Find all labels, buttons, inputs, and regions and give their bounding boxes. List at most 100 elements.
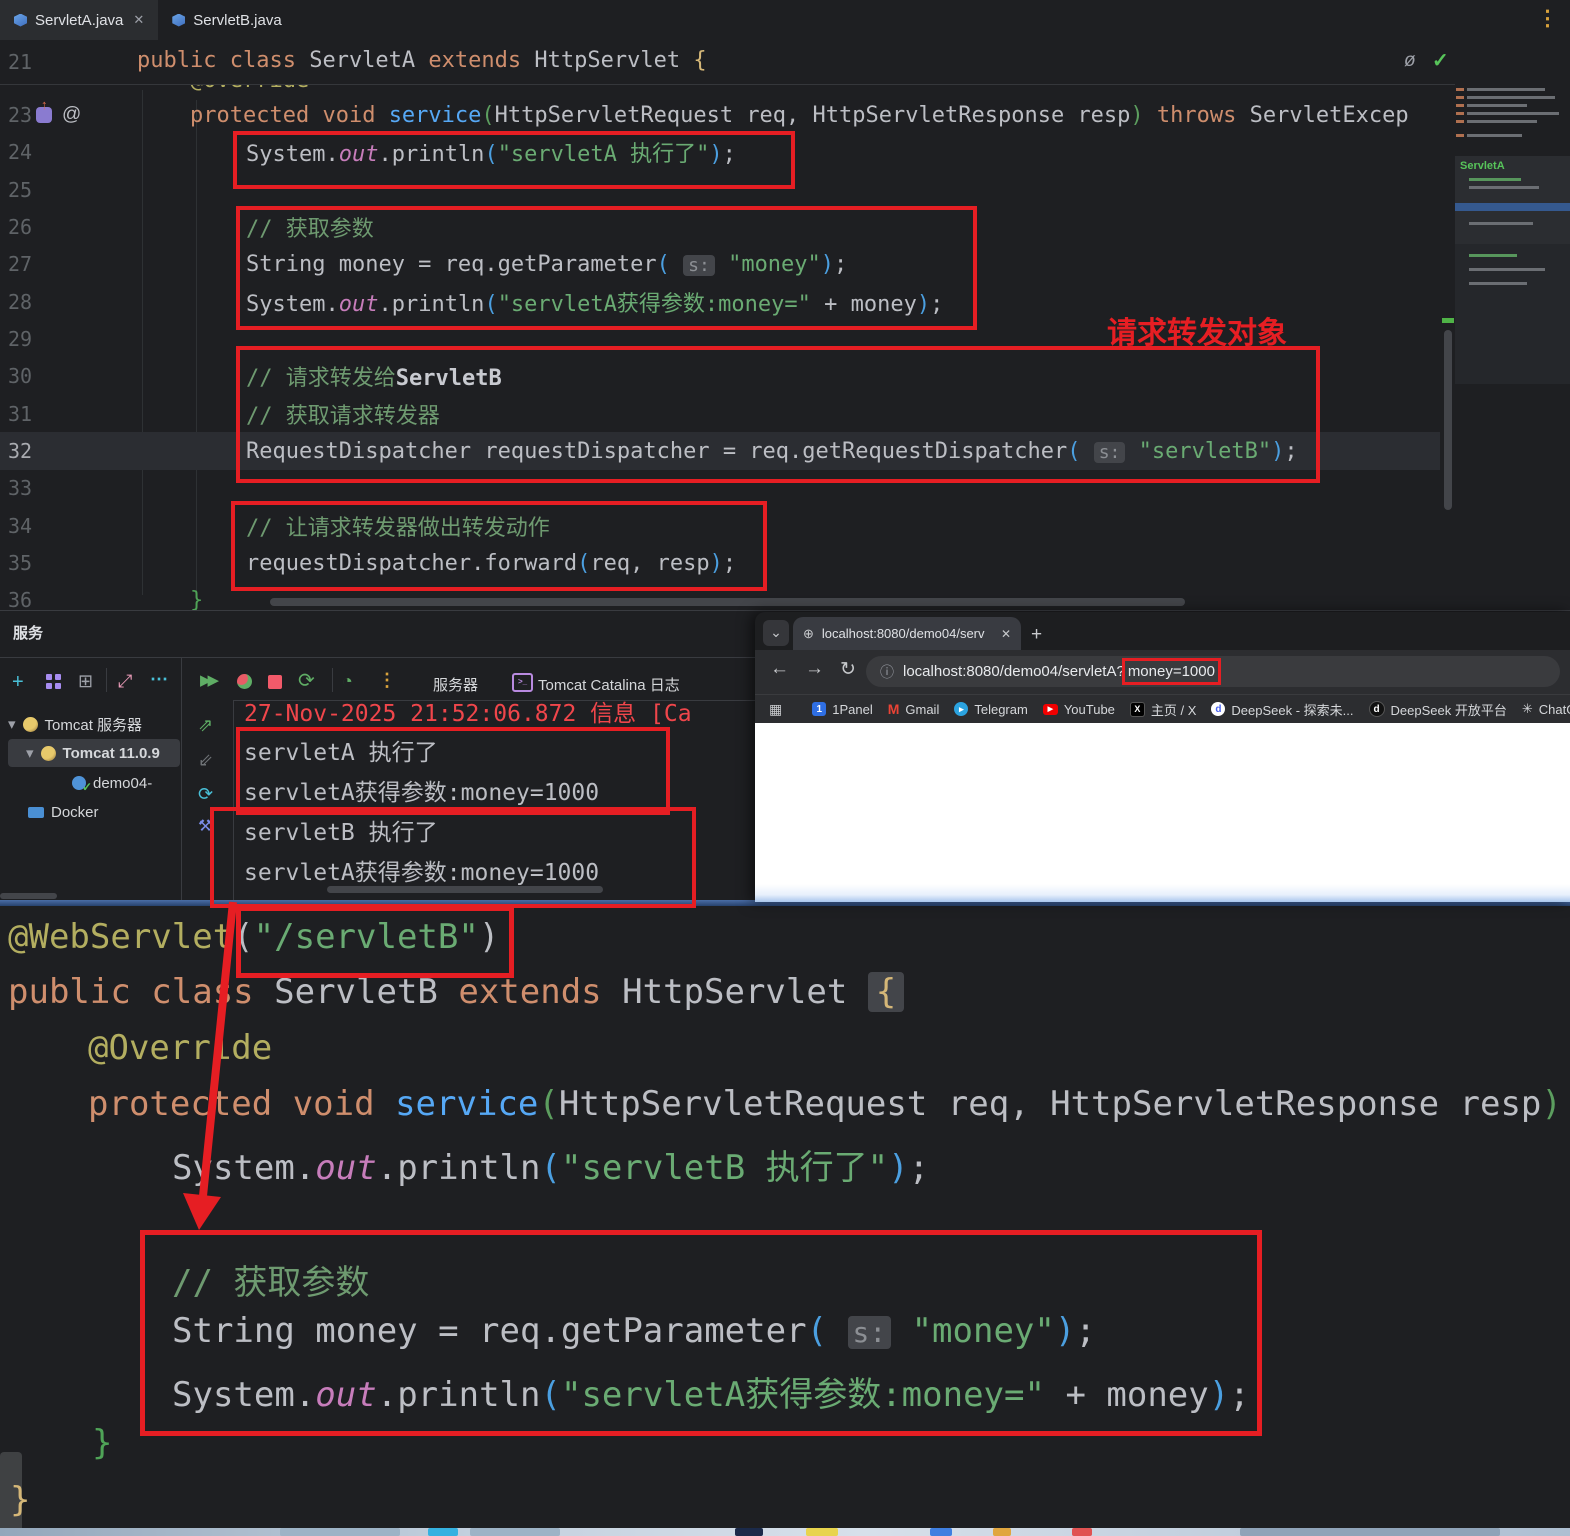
tab-servleta-java[interactable]: ServletA.java ✕	[0, 0, 158, 40]
bookmark-gmail[interactable]: MGmail	[888, 701, 940, 717]
icon-strip-divider	[233, 700, 234, 900]
hot-swap-refresh-icon[interactable]: ⟳	[198, 785, 213, 803]
reload-icon[interactable]: ↻	[840, 658, 856, 681]
bookmark-deepseek[interactable]: dDeepSeek - 探索未...	[1211, 700, 1353, 719]
editor-horizontal-scrollbar[interactable]	[270, 598, 1185, 606]
rerun-server-button[interactable]: ▶▶	[200, 673, 215, 688]
deploy-icon[interactable]: ⇗	[198, 716, 213, 734]
tomcat-icon	[23, 717, 38, 732]
bookmark-telegram[interactable]: ▸Telegram	[954, 702, 1027, 717]
bookmark-1panel[interactable]: 11Panel	[812, 702, 872, 717]
add-service-button[interactable]: +	[12, 672, 24, 692]
inspections-ok-check-icon[interactable]: ✓	[1432, 48, 1449, 73]
tree-item-label: Tomcat 11.0.9	[63, 745, 160, 762]
code-line[interactable]: protected void service(HttpServletReques…	[137, 103, 1409, 128]
eye-off-icon[interactable]: ø	[1404, 50, 1416, 72]
console-horizontal-scrollbar[interactable]	[327, 886, 603, 893]
code-line[interactable]: @Override	[88, 1028, 272, 1068]
code-line[interactable]: String money = req.getParameter( s: "mon…	[172, 1311, 1096, 1351]
code-line[interactable]: // 让请求转发器做出转发动作	[137, 510, 550, 542]
editor-row-current[interactable]: 32 RequestDispatcher requestDispatcher =…	[0, 432, 1440, 470]
chevron-down-icon[interactable]: ▾	[26, 744, 34, 762]
tree-item-demo04[interactable]: ✓ demo04-	[72, 769, 152, 797]
code-line[interactable]: requestDispatcher.forward(req, resp);	[137, 551, 736, 576]
tree-item-tomcat-server[interactable]: ▾ Tomcat 服务器	[8, 710, 142, 738]
forward-icon[interactable]: →	[805, 658, 824, 680]
tree-item-docker[interactable]: Docker	[28, 798, 99, 826]
web-app-globe-icon: ✓	[72, 776, 86, 790]
console-tab-server[interactable]: 服务器	[433, 674, 478, 695]
code-line[interactable]: public class ServletA extends HttpServle…	[137, 48, 707, 73]
editor-row[interactable]: 27 String money = req.getParameter( s: "…	[0, 245, 1440, 283]
sticky-line-21[interactable]: 21 public class ServletA extends HttpSer…	[0, 40, 1570, 85]
code-line[interactable]: System.out.println("servletB 执行了");	[172, 1140, 929, 1189]
tree-horizontal-scrollbar[interactable]	[0, 893, 57, 899]
editor-row[interactable]: 34 // 让请求转发器做出转发动作	[0, 507, 1440, 545]
code-line[interactable]: public class ServletB extends HttpServle…	[8, 972, 904, 1012]
tab-servletb-java[interactable]: ServletB.java	[158, 0, 295, 40]
info-icon[interactable]: ⓘ	[880, 662, 894, 682]
add-tab-icon[interactable]: ⊞	[78, 672, 93, 690]
code-line[interactable]: System.out.println("servletA获得参数:money="…	[137, 286, 943, 318]
address-bar[interactable]: ⓘ localhost:8080/demo04/servletA?money=1…	[866, 656, 1560, 687]
editor-vertical-scrollbar[interactable]	[1444, 330, 1452, 510]
back-icon[interactable]: ←	[770, 658, 789, 680]
editor-row[interactable]: 25	[0, 171, 1440, 209]
editor-row[interactable]: 31 // 获取请求转发器	[0, 395, 1440, 433]
code-line[interactable]: }	[137, 588, 203, 611]
refresh-deployment-button[interactable]: ⟳	[298, 671, 315, 691]
window-more-menu-icon[interactable]: ⋮	[1537, 6, 1558, 31]
taskbar-blob	[806, 1528, 838, 1536]
profiler-gauge-icon[interactable]: ◔	[342, 672, 353, 690]
code-line[interactable]: String money = req.getParameter( s: "mon…	[137, 252, 847, 277]
debug-server-button[interactable]	[237, 674, 252, 689]
code-line[interactable]: System.out.println("servletA获得参数:money="…	[172, 1367, 1250, 1416]
close-icon[interactable]: ✕	[1001, 627, 1011, 641]
code-line[interactable]: // 获取参数	[137, 211, 374, 243]
taskbar-blob	[1240, 1528, 1500, 1536]
expand-all-icon[interactable]: ⤢	[118, 672, 132, 690]
code-line[interactable]: protected void service(HttpServletReques…	[88, 1084, 1562, 1124]
undeploy-icon[interactable]: ⇙	[198, 751, 213, 769]
editor-row[interactable]: 35 requestDispatcher.forward(req, resp);	[0, 544, 1440, 582]
code-line[interactable]: // 获取参数	[172, 1255, 369, 1304]
more-options-icon[interactable]: ⋯	[150, 670, 168, 688]
chevron-down-icon[interactable]: ▾	[8, 715, 16, 733]
browser-tab[interactable]: ⊕ localhost:8080/demo04/serv ✕	[793, 617, 1021, 650]
code-line[interactable]: RequestDispatcher requestDispatcher = re…	[137, 439, 1298, 464]
code-line[interactable]: // 请求转发给ServletB	[137, 360, 502, 392]
new-tab-button[interactable]: +	[1031, 624, 1042, 646]
bookmark-x-home[interactable]: X主页 / X	[1130, 700, 1197, 719]
bookmark-deepseek-platform[interactable]: dDeepSeek 开放平台	[1369, 700, 1507, 719]
tree-console-divider	[181, 658, 182, 900]
code-editor-servleta[interactable]: 21 public class ServletA extends HttpSer…	[0, 40, 1570, 610]
gmail-icon: M	[888, 701, 900, 717]
minimap[interactable]: ServletA	[1455, 82, 1570, 597]
apps-grid-icon[interactable]: ▦	[769, 701, 782, 718]
taskbar-blob	[735, 1528, 763, 1536]
code-line[interactable]: @WebServlet("/servletB")	[8, 917, 499, 957]
code-line[interactable]: System.out.println("servletA 执行了");	[137, 136, 736, 168]
code-line[interactable]: }	[92, 1423, 112, 1463]
editor-row[interactable]: 26 // 获取参数	[0, 208, 1440, 246]
youtube-icon: ▶	[1043, 704, 1058, 715]
build-hammer-icon[interactable]: ⚒	[198, 819, 212, 835]
editor-row[interactable]: 24 System.out.println("servletA 执行了");	[0, 133, 1440, 171]
bookmark-chatgpt[interactable]: ✳ChatGP	[1522, 701, 1570, 717]
view-mode-grid-icon[interactable]	[46, 674, 52, 680]
close-icon[interactable]: ✕	[133, 12, 144, 28]
editor-row[interactable]: 30 // 请求转发给ServletB	[0, 357, 1440, 395]
code-line[interactable]: }	[10, 1480, 30, 1520]
bookmark-youtube[interactable]: ▶YouTube	[1043, 702, 1115, 717]
stop-server-button[interactable]	[268, 675, 282, 689]
console-more-icon[interactable]: ⋮	[378, 671, 396, 689]
tab-search-chevron-icon[interactable]: ⌄	[763, 620, 789, 646]
editor-row[interactable]: 33	[0, 469, 1440, 507]
console-tab-catalina-log[interactable]: Tomcat Catalina 日志	[538, 674, 680, 695]
editor-row[interactable]: 23 ↑ @ protected void service(HttpServle…	[0, 96, 1440, 134]
taskbar-blob	[993, 1528, 1011, 1536]
taskbar-blob	[470, 1528, 560, 1536]
tree-item-label: demo04-	[93, 775, 152, 792]
code-line[interactable]: // 获取请求转发器	[137, 398, 440, 430]
tree-item-tomcat-11[interactable]: ▾ Tomcat 11.0.9	[26, 739, 160, 767]
